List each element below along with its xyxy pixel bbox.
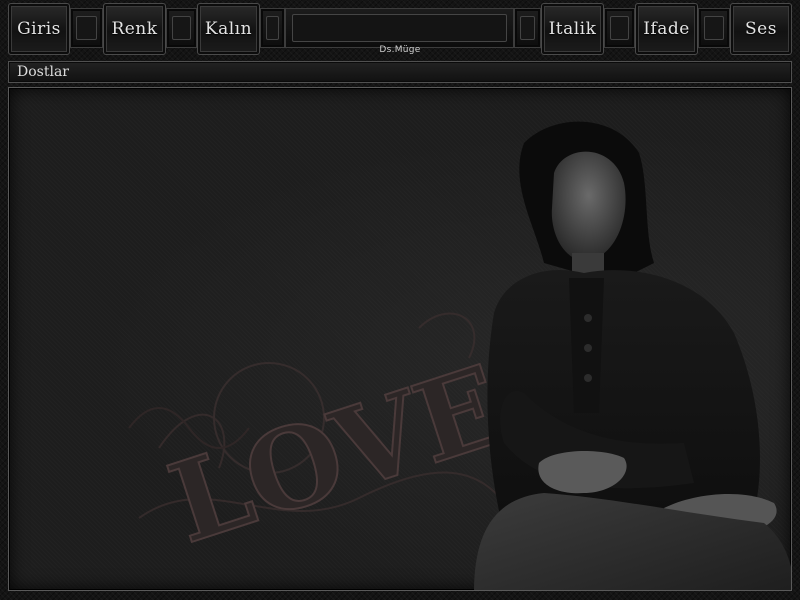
toolbar-connector	[514, 8, 541, 48]
toolbar-connector	[70, 8, 103, 48]
italik-button[interactable]: Italik	[541, 3, 604, 55]
toolbar-connector	[260, 8, 285, 48]
main-panel: LOVE	[8, 87, 792, 591]
man-photo	[474, 121, 791, 590]
toolbar-connector	[698, 8, 730, 48]
friends-tab-bar: Dostlar	[8, 61, 792, 83]
credit-label: Ds.Müge	[379, 45, 421, 55]
tab-dostlar[interactable]: Dostlar	[17, 64, 69, 80]
renk-button[interactable]: Renk	[103, 3, 166, 55]
toolbar: Giris Renk Kalın Italik Ifade Ses Ds.Müg…	[0, 0, 800, 58]
ses-button[interactable]: Ses	[730, 3, 792, 55]
kalin-button[interactable]: Kalın	[197, 3, 260, 55]
love-artwork: LOVE	[128, 312, 519, 568]
giris-button[interactable]: Giris	[8, 3, 70, 55]
toolbar-connector	[166, 8, 197, 48]
ifade-button[interactable]: Ifade	[635, 3, 698, 55]
toolbar-connector	[604, 8, 635, 48]
title-slot	[285, 8, 514, 48]
